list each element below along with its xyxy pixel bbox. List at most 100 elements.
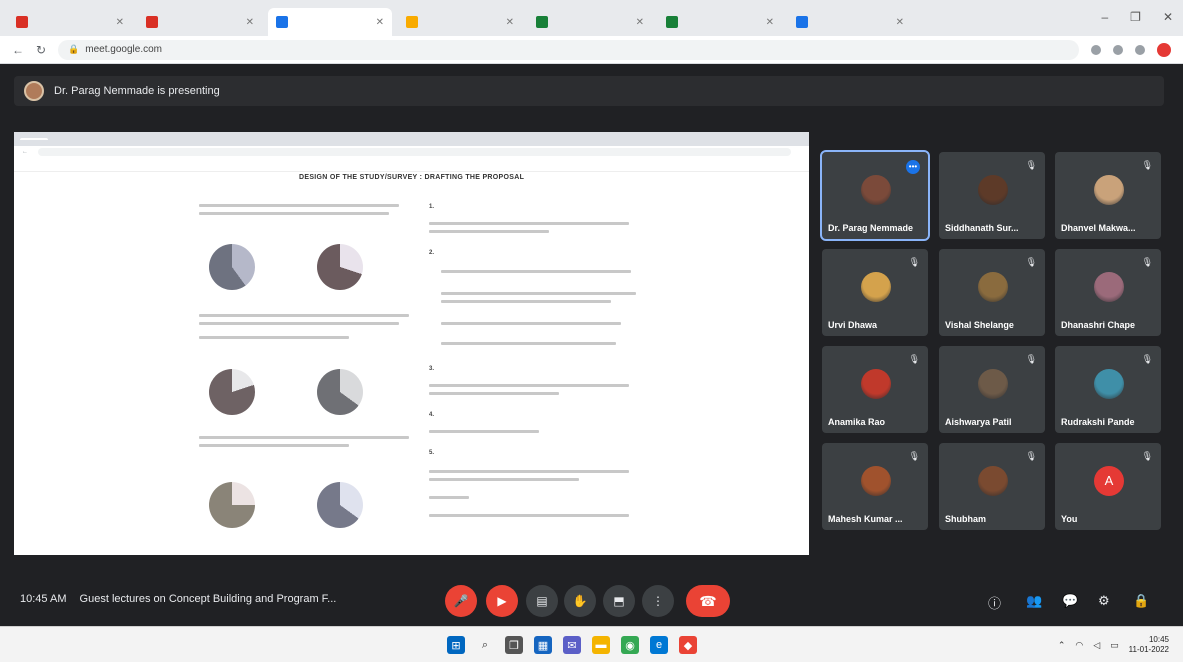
minimize-icon[interactable]: – (1101, 10, 1108, 24)
url-omnibox[interactable]: 🔒 meet.google.com (58, 39, 1079, 60)
mic-off-icon: 🎙 (908, 354, 920, 364)
tab-close-icon[interactable]: ✕ (116, 17, 124, 28)
pie-chart (317, 482, 363, 528)
tab-favicon-icon (666, 16, 678, 28)
shared-browser-tabs (14, 132, 809, 146)
chevron-up-icon[interactable]: ⌃ (1058, 640, 1066, 651)
captions-button[interactable]: ▤ (526, 585, 558, 617)
browser-tab[interactable]: ✕ (398, 8, 522, 36)
browser-tab[interactable]: ✕ (138, 8, 262, 36)
presenting-text: Dr. Parag Nemmade is presenting (54, 85, 220, 97)
participant-tile[interactable]: 🎙 Mahesh Kumar ... (822, 443, 928, 530)
doc-section-number: 2. (429, 250, 435, 256)
profile-avatar[interactable] (1157, 42, 1171, 57)
system-tray: ⌃ ◠ ◁ ▭ 10:45 11-01-2022 (1058, 635, 1169, 655)
browser-tab[interactable]: ✕ (8, 8, 132, 36)
restore-icon[interactable]: ❐ (1130, 10, 1141, 24)
participant-name: Shubham (945, 514, 987, 524)
task-view-icon[interactable]: ❐ (505, 636, 523, 654)
shared-doc-toolbar (14, 158, 809, 172)
browser-tab[interactable]: ✕ (788, 8, 912, 36)
camera-off-button[interactable]: ▶ (486, 585, 518, 617)
teams-icon[interactable]: ✉ (563, 636, 581, 654)
participant-avatar (978, 466, 1008, 496)
pie-chart (317, 369, 363, 415)
mic-off-icon: 🎙 (1025, 354, 1037, 364)
browser-tab[interactable]: ✕ (658, 8, 782, 36)
window-controls: – ❐ ✕ (1101, 10, 1173, 24)
start-icon[interactable]: ⊞ (447, 636, 465, 654)
participant-tile[interactable]: 🎙 Vishal Shelange (939, 249, 1045, 336)
leave-call-button[interactable]: ☎ (686, 585, 730, 617)
shared-doc-title: DESIGN OF THE STUDY/SURVEY : DRAFTING TH… (299, 174, 525, 181)
file-explorer-icon[interactable]: ▬ (592, 636, 610, 654)
chrome-icon[interactable]: ◉ (621, 636, 639, 654)
shared-screen[interactable]: ← DESIGN OF THE STUDY/SURVEY : DRAFTING … (14, 132, 809, 555)
battery-icon[interactable]: ▭ (1110, 640, 1119, 651)
tab-close-icon[interactable]: ✕ (506, 17, 514, 28)
search-icon[interactable]: ⌕ (476, 636, 494, 654)
extension-icon[interactable] (1113, 44, 1123, 55)
edge-icon[interactable]: e (650, 636, 668, 654)
participant-name: Siddhanath Sur... (945, 223, 1019, 233)
extension-icon[interactable] (1091, 44, 1101, 55)
doc-section-number: 3. (429, 366, 435, 372)
tab-close-icon[interactable]: ✕ (766, 17, 774, 28)
bookmark-star-icon[interactable] (1135, 44, 1145, 55)
info-icon[interactable]: ⓘ (988, 593, 1001, 612)
meeting-control-bar: 10:45 AM Guest lectures on Concept Build… (0, 576, 1183, 626)
browser-tab[interactable]: ✕ (268, 8, 392, 36)
participant-avatar (978, 175, 1008, 205)
people-icon[interactable]: 👥 (1026, 593, 1042, 609)
widgets-icon[interactable]: ▦ (534, 636, 552, 654)
participant-avatar (861, 466, 891, 496)
browser-tab-strip: ✕ ✕ ✕ ✕ ✕ ✕ ✕ – ❐ ✕ (0, 0, 1183, 36)
tab-close-icon[interactable]: ✕ (896, 17, 904, 28)
tab-close-icon[interactable]: ✕ (246, 17, 254, 28)
mic-off-button[interactable]: 🎤 (445, 585, 477, 617)
activities-icon[interactable]: ⚙ (1098, 593, 1110, 609)
mic-off-icon: 🎙 (908, 257, 920, 267)
participant-avatar (861, 272, 891, 302)
clock-date: 11-01-2022 (1128, 645, 1169, 654)
participant-tile[interactable]: ••• Dr. Parag Nemmade (820, 150, 930, 241)
raise-hand-button[interactable]: ✋ (564, 585, 596, 617)
tab-favicon-icon (276, 16, 288, 28)
participant-name: Rudrakshi Pande (1061, 417, 1135, 427)
present-button[interactable]: ⬒ (603, 585, 635, 617)
volume-icon[interactable]: ◁ (1093, 640, 1100, 651)
participant-tile[interactable]: 🎙 Anamika Rao (822, 346, 928, 433)
tab-favicon-icon (16, 16, 28, 28)
participant-tile[interactable]: 🎙 Dhanvel Makwa... (1055, 152, 1161, 239)
address-bar-row: ← ↻ 🔒 meet.google.com (0, 36, 1183, 64)
participant-tile[interactable]: A 🎙 You (1055, 443, 1161, 530)
chat-icon[interactable]: 💬 (1062, 593, 1078, 609)
participant-tile[interactable]: 🎙 Siddhanath Sur... (939, 152, 1045, 239)
more-options-button[interactable]: ⋮ (642, 585, 674, 617)
lock-icon: 🔒 (68, 44, 80, 54)
tab-favicon-icon (796, 16, 808, 28)
meeting-time: 10:45 AM (20, 593, 67, 605)
participant-tile[interactable]: 🎙 Rudrakshi Pande (1055, 346, 1161, 433)
shared-document-page: DESIGN OF THE STUDY/SURVEY : DRAFTING TH… (189, 174, 644, 555)
participant-tile[interactable]: 🎙 Aishwarya Patil (939, 346, 1045, 433)
taskbar-clock[interactable]: 10:45 11-01-2022 (1129, 635, 1169, 655)
participant-avatar (978, 272, 1008, 302)
participant-name: Dhanashri Chape (1061, 320, 1136, 330)
host-controls-icon[interactable]: 🔒 (1133, 593, 1149, 609)
browser-tab[interactable]: ✕ (528, 8, 652, 36)
mic-off-icon: 🎙 (1141, 160, 1153, 170)
tab-close-icon[interactable]: ✕ (636, 17, 644, 28)
app-icon[interactable]: ◆ (679, 636, 697, 654)
participant-name: Dr. Parag Nemmade (828, 223, 914, 233)
reload-icon[interactable]: ↻ (36, 43, 46, 57)
tab-close-icon[interactable]: ✕ (376, 17, 384, 28)
participant-tile[interactable]: 🎙 Dhanashri Chape (1055, 249, 1161, 336)
participant-name: Dhanvel Makwa... (1061, 223, 1136, 233)
participant-tile[interactable]: 🎙 Urvi Dhawa (822, 249, 928, 336)
close-window-icon[interactable]: ✕ (1163, 10, 1173, 24)
participant-avatar (861, 369, 891, 399)
wifi-icon[interactable]: ◠ (1075, 640, 1083, 651)
participant-tile[interactable]: 🎙 Shubham (939, 443, 1045, 530)
back-icon[interactable]: ← (12, 43, 24, 57)
